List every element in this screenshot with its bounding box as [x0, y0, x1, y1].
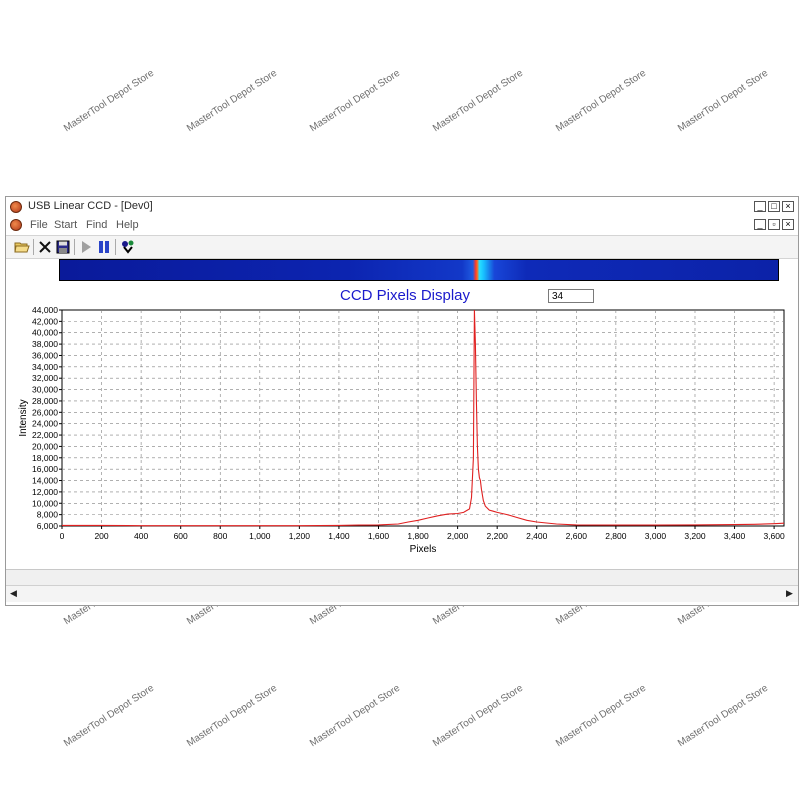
- window-title: USB Linear CCD - [Dev0]: [28, 200, 153, 212]
- y-tick-label: 28,000: [32, 396, 58, 406]
- x-tick-label: 0: [60, 531, 65, 541]
- y-tick-label: 44,000: [32, 305, 58, 315]
- x-axis-label: Pixels: [410, 544, 437, 555]
- x-tick-label: 1,800: [407, 531, 429, 541]
- y-tick-label: 38,000: [32, 339, 58, 349]
- play-icon[interactable]: [78, 239, 94, 255]
- menu-start[interactable]: Start: [54, 219, 77, 231]
- y-tick-label: 14,000: [32, 476, 58, 486]
- watermark-text: MasterTool Depot Store: [676, 67, 771, 135]
- y-tick-label: 30,000: [32, 385, 58, 395]
- close-doc-icon[interactable]: [37, 239, 53, 255]
- y-tick-label: 6,000: [37, 521, 59, 531]
- scroll-left-icon[interactable]: ◀: [10, 588, 17, 599]
- doc-minimize-button[interactable]: _: [754, 219, 766, 230]
- watermark-text: MasterTool Depot Store: [62, 67, 157, 135]
- y-tick-label: 16,000: [32, 464, 58, 474]
- app-window: USB Linear CCD - [Dev0] _ □ × File Start…: [5, 196, 799, 606]
- y-tick-label: 26,000: [32, 407, 58, 417]
- horizontal-scrollbar[interactable]: ◀ ▶: [6, 585, 798, 602]
- x-tick-label: 1,000: [249, 531, 271, 541]
- x-tick-label: 3,000: [645, 531, 667, 541]
- y-tick-label: 22,000: [32, 430, 58, 440]
- x-tick-label: 1,200: [289, 531, 311, 541]
- menu-bar: File Start Find Help _ ▫ ×: [6, 217, 798, 233]
- menu-help[interactable]: Help: [116, 219, 139, 231]
- x-tick-label: 1,400: [328, 531, 350, 541]
- watermark-text: MasterTool Depot Store: [185, 682, 280, 750]
- x-tick-label: 2,800: [605, 531, 627, 541]
- x-tick-label: 1,600: [368, 531, 390, 541]
- watermark-text: MasterTool Depot Store: [554, 682, 649, 750]
- app-icon: [10, 201, 22, 213]
- x-tick-label: 400: [134, 531, 148, 541]
- y-tick-label: 20,000: [32, 441, 58, 451]
- x-tick-label: 2,000: [447, 531, 469, 541]
- plot-frame: [61, 309, 785, 527]
- close-button[interactable]: ×: [782, 201, 794, 212]
- y-tick-label: 42,000: [32, 316, 58, 326]
- watermark-text: MasterTool Depot Store: [308, 682, 403, 750]
- open-icon[interactable]: [14, 239, 30, 255]
- doc-icon[interactable]: [10, 219, 22, 231]
- x-tick-label: 2,600: [566, 531, 588, 541]
- y-tick-label: 34,000: [32, 362, 58, 372]
- x-tick-label: 3,400: [724, 531, 746, 541]
- y-tick-label: 18,000: [32, 453, 58, 463]
- watermark-text: MasterTool Depot Store: [676, 682, 771, 750]
- doc-restore-button[interactable]: ▫: [768, 219, 780, 230]
- menu-find[interactable]: Find: [86, 219, 107, 231]
- x-tick-label: 800: [213, 531, 227, 541]
- y-tick-label: 32,000: [32, 373, 58, 383]
- ccd-chart: 0 200 400 600 800 1,000 1,200 1,400 1,600 1,800 2,…: [18, 305, 785, 555]
- pause-icon[interactable]: [96, 239, 112, 255]
- y-tick-label: 10,000: [32, 498, 58, 508]
- y-tick-label: 12,000: [32, 487, 58, 497]
- x-tick-label: 600: [174, 531, 188, 541]
- ccd-spectrum-bar: [59, 259, 779, 281]
- watermark-text: MasterTool Depot Store: [431, 67, 526, 135]
- watermark-text: MasterTool Depot Store: [62, 682, 157, 750]
- x-tick-label: 3,200: [684, 531, 706, 541]
- watermark-text: MasterTool Depot Store: [554, 67, 649, 135]
- y-tick-label: 40,000: [32, 328, 58, 338]
- watermark-text: MasterTool Depot Store: [308, 67, 403, 135]
- x-tick-label: 3,600: [763, 531, 785, 541]
- maximize-button[interactable]: □: [768, 201, 780, 212]
- y-tick-label: 36,000: [32, 350, 58, 360]
- x-tick-label: 200: [94, 531, 108, 541]
- title-bar[interactable]: USB Linear CCD - [Dev0] _ □ ×: [6, 197, 798, 217]
- watermark-text: MasterTool Depot Store: [431, 682, 526, 750]
- save-icon[interactable]: [55, 239, 71, 255]
- status-strip: [6, 569, 798, 586]
- chart-area: CCD Pixels Display 34 0 200 400 600 800 1,000…: [6, 283, 798, 568]
- y-axis-label: Intensity: [18, 399, 29, 436]
- x-tick-label: 2,200: [487, 531, 509, 541]
- y-tick-label: 24,000: [32, 419, 58, 429]
- y-tick-label: 8,000: [37, 510, 59, 520]
- x-tick-label: 2,400: [526, 531, 548, 541]
- toolbar: [6, 235, 798, 259]
- scroll-right-icon[interactable]: ▶: [786, 588, 793, 599]
- watermark-text: MasterTool Depot Store: [185, 67, 280, 135]
- device-icon[interactable]: [120, 239, 136, 255]
- menu-file[interactable]: File: [30, 219, 48, 231]
- minimize-button[interactable]: _: [754, 201, 766, 212]
- doc-close-button[interactable]: ×: [782, 219, 794, 230]
